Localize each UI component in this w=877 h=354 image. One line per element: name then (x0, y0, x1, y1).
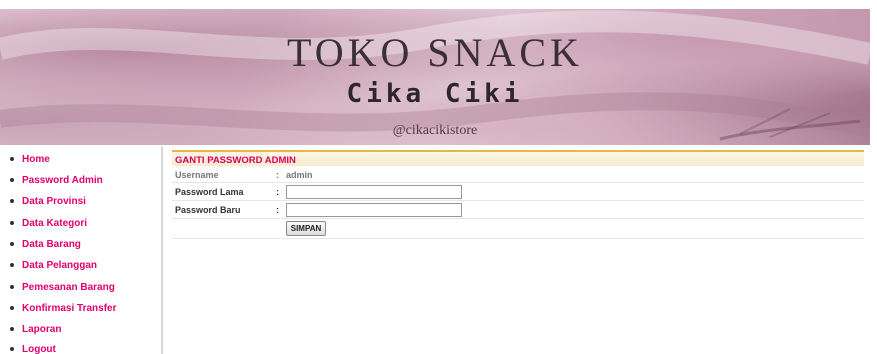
sidebar-item-password-admin[interactable]: Password Admin (10, 173, 103, 187)
change-password-panel: GANTI PASSWORD ADMIN Username : admin Pa… (172, 150, 864, 239)
banner-handle: @cikacikistore (392, 123, 478, 138)
sidebar-item-label: Password Admin (22, 174, 103, 186)
bullet-icon (10, 285, 14, 289)
sidebar-item-laporan[interactable]: Laporan (10, 322, 61, 336)
bullet-icon (10, 199, 14, 203)
bullet-icon (10, 221, 14, 225)
banner-title: TOKO SNACK (287, 30, 583, 75)
sidebar-menu: Home Password Admin Data Provinsi Data K… (0, 146, 163, 354)
separator-colon: : (276, 170, 279, 180)
sidebar-item-data-barang[interactable]: Data Barang (10, 237, 81, 251)
bullet-icon (10, 347, 14, 351)
bullet-icon (10, 263, 14, 267)
username-label: Username (175, 170, 219, 180)
bullet-icon (10, 327, 14, 331)
sidebar-item-label: Data Kategori (22, 217, 88, 229)
bullet-icon (10, 306, 14, 310)
sidebar-item-label: Konfirmasi Transfer (22, 302, 117, 314)
bullet-icon (10, 157, 14, 161)
separator-colon: : (276, 187, 279, 197)
sidebar-item-label: Data Provinsi (22, 195, 86, 207)
new-password-input[interactable] (286, 203, 462, 217)
sidebar-item-data-provinsi[interactable]: Data Provinsi (10, 194, 86, 208)
sidebar-item-label: Data Pelanggan (22, 259, 98, 271)
username-value: admin (286, 170, 313, 180)
banner-subtitle: Cika Ciki (346, 79, 524, 109)
sidebar-item-label: Pemesanan Barang (22, 281, 115, 293)
sidebar-item-data-kategori[interactable]: Data Kategori (10, 216, 87, 230)
old-password-input[interactable] (286, 185, 462, 199)
new-password-row: Password Baru : (172, 201, 864, 219)
bullet-icon (10, 178, 14, 182)
separator-colon: : (276, 205, 279, 215)
sidebar-item-konfirmasi-transfer[interactable]: Konfirmasi Transfer (10, 301, 116, 315)
sidebar-item-label: Home (22, 153, 50, 165)
sidebar-item-logout[interactable]: Logout (10, 342, 56, 354)
submit-row: SIMPAN (172, 219, 864, 239)
sidebar-item-label: Logout (22, 343, 56, 354)
sidebar-item-pemesanan-barang[interactable]: Pemesanan Barang (10, 280, 115, 294)
sidebar-item-home[interactable]: Home (10, 152, 50, 166)
header-banner: TOKO SNACK Cika Ciki @cikacikistore (0, 9, 870, 145)
username-row: Username : admin (172, 166, 864, 183)
panel-title: GANTI PASSWORD ADMIN (172, 150, 864, 166)
sidebar-item-data-pelanggan[interactable]: Data Pelanggan (10, 258, 97, 272)
sidebar-item-label: Laporan (22, 323, 62, 335)
old-password-label: Password Lama (175, 187, 244, 197)
new-password-label: Password Baru (175, 205, 241, 215)
bullet-icon (10, 242, 14, 246)
old-password-row: Password Lama : (172, 183, 864, 201)
sidebar-item-label: Data Barang (22, 238, 81, 250)
save-button[interactable]: SIMPAN (286, 221, 326, 236)
